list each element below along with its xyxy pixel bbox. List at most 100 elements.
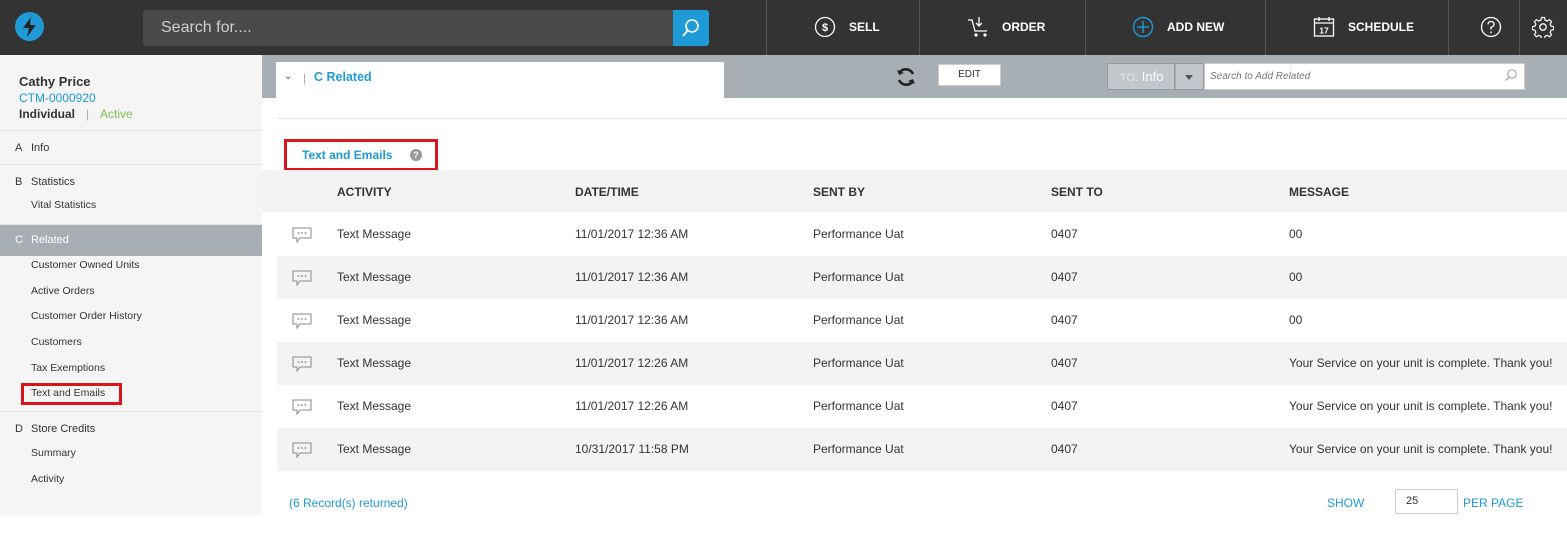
message-cell: 00 (1289, 313, 1303, 327)
datetime-cell: 11/01/2017 12:36 AM (575, 270, 689, 284)
sent-by-cell: Performance Uat (813, 227, 904, 241)
to-select[interactable]: TO: Info (1107, 63, 1175, 90)
table-row[interactable]: Text Message 11/01/2017 12:36 AM Perform… (277, 256, 1567, 299)
divider (0, 411, 262, 412)
search-icon (682, 19, 699, 37)
gear-icon (1532, 16, 1554, 38)
datetime-cell: 11/01/2017 12:26 AM (575, 399, 689, 413)
dollar-circle-icon: $ (814, 16, 836, 38)
column-header-message[interactable]: MESSAGE (1289, 185, 1349, 199)
nav-order-label: ORDER (1002, 20, 1046, 34)
breadcrumb-separator: | (303, 71, 307, 85)
divider (0, 164, 262, 165)
table-row[interactable]: Text Message 11/01/2017 12:26 AM Perform… (277, 385, 1567, 428)
records-count: (6 Record(s) returned) (289, 496, 408, 510)
sent-to-cell: 0407 (1051, 399, 1078, 413)
divider (277, 118, 1567, 119)
column-header-sent-by[interactable]: SENT BY (813, 185, 865, 199)
activity-cell: Text Message (337, 270, 412, 284)
chevron-down-icon[interactable]: ⌄ (284, 71, 292, 82)
calendar-day: 17 (1319, 26, 1329, 36)
sent-to-cell: 0407 (1051, 442, 1078, 456)
datetime-cell: 11/01/2017 12:26 AM (575, 356, 689, 370)
sidebar-item-customer-owned-units[interactable]: Customer Owned Units (31, 259, 140, 271)
related-search-input[interactable]: Search to Add Related (1204, 63, 1525, 90)
per-page-label: PER PAGE (1463, 496, 1524, 510)
to-prefix: TO: (1120, 72, 1139, 84)
section-letter: C (15, 234, 23, 246)
nav-sell-button[interactable]: $ SELL (766, 0, 919, 55)
sent-to-cell: 0407 (1051, 227, 1078, 241)
message-icon (292, 313, 312, 329)
section-label: Related (31, 234, 69, 246)
sent-by-cell: Performance Uat (813, 270, 904, 284)
sidebar-item-summary[interactable]: Summary (31, 447, 76, 459)
edit-button[interactable]: EDIT (938, 64, 1001, 86)
sent-by-cell: Performance Uat (813, 442, 904, 456)
customer-type: Individual (19, 107, 76, 121)
sidebar-item-vital-statistics[interactable]: Vital Statistics (31, 199, 96, 211)
per-page-input[interactable]: 25 (1395, 489, 1458, 514)
sidebar-section-info[interactable]: A Info (0, 138, 262, 158)
sent-to-cell: 0407 (1051, 270, 1078, 284)
activity-cell: Text Message (337, 399, 412, 413)
show-label: SHOW (1327, 496, 1365, 510)
sidebar-section-statistics[interactable]: B Statistics (0, 172, 262, 192)
nav-order-button[interactable]: ORDER (919, 0, 1085, 55)
message-cell: 00 (1289, 227, 1303, 241)
activity-cell: Text Message (337, 313, 412, 327)
nav-add-new-button[interactable]: ADD NEW (1085, 0, 1265, 55)
sent-to-cell: 0407 (1051, 356, 1078, 370)
search-icon (1505, 69, 1517, 81)
message-icon (292, 270, 312, 286)
customer-separator: | (86, 107, 90, 121)
message-cell: Your Service on your unit is complete. T… (1289, 442, 1553, 456)
breadcrumb-label: C Related (314, 70, 372, 84)
datetime-cell: 11/01/2017 12:36 AM (575, 227, 689, 241)
sidebar-section-related[interactable]: C Related (0, 225, 262, 256)
refresh-icon[interactable] (895, 66, 917, 88)
to-dropdown-button[interactable] (1175, 63, 1204, 90)
breadcrumb[interactable]: ⌄ | C Related (276, 62, 724, 98)
customer-id-link[interactable]: CTM-0000920 (19, 91, 96, 105)
global-search-input[interactable]: Search for.... (143, 10, 673, 46)
table-header (262, 170, 1567, 212)
table-row[interactable]: Text Message 10/31/2017 11:58 PM Perform… (277, 428, 1567, 471)
divider (0, 130, 262, 131)
customer-name: Cathy Price (19, 74, 91, 89)
table-row[interactable]: Text Message 11/01/2017 12:36 AM Perform… (277, 213, 1567, 256)
plus-circle-icon (1132, 16, 1154, 38)
section-label: Info (31, 142, 50, 154)
highlight-box (21, 383, 122, 405)
caret-down-icon (1185, 75, 1193, 80)
settings-button[interactable] (1519, 0, 1567, 55)
nav-schedule-label: SCHEDULE (1348, 20, 1415, 34)
sidebar-section-store-credits[interactable]: D Store Credits (0, 419, 262, 439)
section-label: Statistics (31, 176, 76, 188)
nav-schedule-button[interactable]: 17 SCHEDULE (1265, 0, 1448, 55)
section-letter: A (15, 142, 23, 154)
table-row[interactable]: Text Message 11/01/2017 12:26 AM Perform… (277, 342, 1567, 385)
message-cell: Your Service on your unit is complete. T… (1289, 399, 1553, 413)
highlight-box (284, 139, 438, 171)
message-icon (292, 227, 312, 243)
sent-by-cell: Performance Uat (813, 313, 904, 327)
sidebar-item-customers[interactable]: Customers (31, 336, 82, 348)
datetime-cell: 10/31/2017 11:58 PM (575, 442, 689, 456)
activity-cell: Text Message (337, 227, 412, 241)
sidebar-item-customer-order-history[interactable]: Customer Order History (31, 310, 142, 322)
search-button[interactable] (673, 10, 709, 46)
sidebar-item-activity[interactable]: Activity (31, 473, 64, 485)
sidebar-item-tax-exemptions[interactable]: Tax Exemptions (31, 362, 105, 374)
cart-icon (968, 17, 987, 37)
table-row[interactable]: Text Message 11/01/2017 12:36 AM Perform… (277, 299, 1567, 342)
column-header-sent-to[interactable]: SENT TO (1051, 185, 1103, 199)
app-logo-icon[interactable] (15, 12, 44, 41)
datetime-cell: 11/01/2017 12:36 AM (575, 313, 689, 327)
sidebar-item-active-orders[interactable]: Active Orders (31, 285, 95, 297)
column-header-activity[interactable]: ACTIVITY (337, 185, 392, 199)
column-header-datetime[interactable]: DATE/TIME (575, 185, 639, 199)
message-cell: Your Service on your unit is complete. T… (1289, 356, 1553, 370)
help-button[interactable] (1448, 0, 1519, 55)
activity-cell: Text Message (337, 356, 412, 370)
